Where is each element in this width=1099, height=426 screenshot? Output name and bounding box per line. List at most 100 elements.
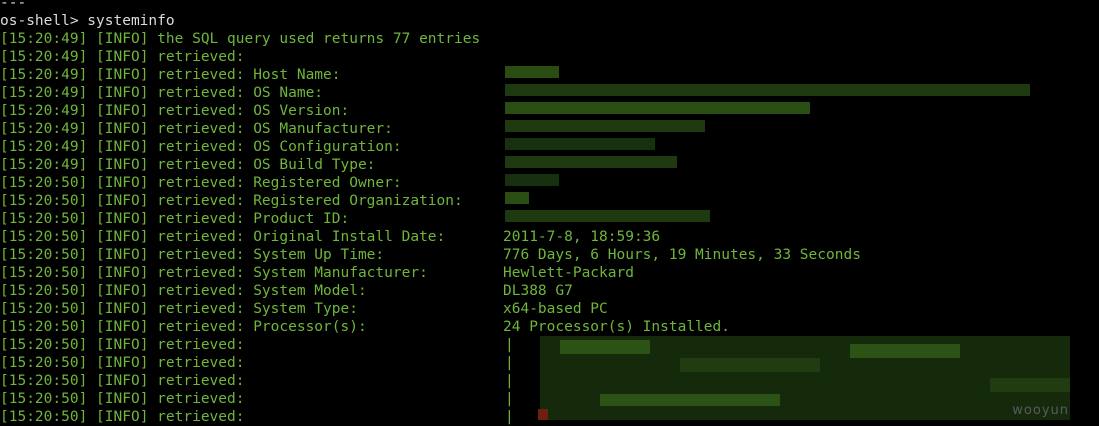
log-message: retrieved: Product ID: bbox=[157, 211, 350, 227]
log-timestamp: [15:20:50] bbox=[0, 193, 88, 209]
log-timestamp: [15:20:50] bbox=[0, 229, 88, 245]
log-level: [INFO] bbox=[96, 193, 149, 209]
log-level: [INFO] bbox=[96, 409, 149, 425]
log-line: [15:20:50] [INFO] retrieved: Processor(s… bbox=[0, 318, 1099, 336]
redacted-registered-organization bbox=[505, 192, 529, 204]
redacted-block bbox=[680, 358, 820, 372]
redacted-block bbox=[560, 340, 650, 354]
log-level: [INFO] bbox=[96, 265, 149, 281]
redacted-os-configuration bbox=[505, 138, 655, 150]
log-value: 24 Processor(s) Installed. bbox=[503, 319, 730, 335]
log-level: [INFO] bbox=[96, 67, 149, 83]
log-level: [INFO] bbox=[96, 391, 149, 407]
log-level: [INFO] bbox=[96, 175, 149, 191]
redacted-block bbox=[600, 394, 780, 406]
log-message: retrieved: OS Name: bbox=[157, 85, 324, 101]
log-message: retrieved: Host Name: bbox=[157, 67, 341, 83]
log-timestamp: [15:20:49] bbox=[0, 67, 88, 83]
log-level: [INFO] bbox=[96, 373, 149, 389]
log-timestamp: [15:20:50] bbox=[0, 175, 88, 191]
log-value: | bbox=[505, 337, 514, 353]
log-message: retrieved: System Up Time: bbox=[157, 247, 385, 263]
log-value: Hewlett-Packard bbox=[503, 265, 634, 281]
log-timestamp: [15:20:50] bbox=[0, 211, 88, 227]
log-timestamp: [15:20:50] bbox=[0, 373, 88, 389]
log-level: [INFO] bbox=[96, 85, 149, 101]
log-message: retrieved: OS Version: bbox=[157, 103, 350, 119]
log-timestamp: [15:20:50] bbox=[0, 337, 88, 353]
log-message: retrieved: System Type: bbox=[157, 301, 358, 317]
log-message: retrieved: OS Build Type: bbox=[157, 157, 376, 173]
log-value: | bbox=[505, 373, 514, 389]
log-timestamp: [15:20:49] bbox=[0, 31, 88, 47]
log-level: [INFO] bbox=[96, 355, 149, 371]
log-level: [INFO] bbox=[96, 121, 149, 137]
log-message: retrieved: bbox=[157, 337, 245, 353]
wooyun-watermark: wooyun bbox=[1012, 403, 1069, 418]
log-level: [INFO] bbox=[96, 283, 149, 299]
log-level: [INFO] bbox=[96, 31, 149, 47]
log-value: | bbox=[505, 355, 514, 371]
log-message: the SQL query used returns 77 entries bbox=[157, 31, 481, 47]
log-timestamp: [15:20:50] bbox=[0, 283, 88, 299]
log-timestamp: [15:20:49] bbox=[0, 121, 88, 137]
redacted-block bbox=[990, 378, 1070, 392]
log-timestamp: [15:20:49] bbox=[0, 157, 88, 173]
log-message: retrieved: bbox=[157, 391, 245, 407]
log-message: retrieved: bbox=[157, 355, 245, 371]
log-message: retrieved: OS Configuration: bbox=[157, 139, 402, 155]
log-value: | bbox=[505, 391, 514, 407]
log-line: [15:20:49] [INFO] retrieved: bbox=[0, 48, 1099, 66]
log-message: retrieved: Registered Organization: bbox=[157, 193, 463, 209]
log-value: DL388 G7 bbox=[503, 283, 573, 299]
log-line: [15:20:50] [INFO] retrieved: System Mode… bbox=[0, 282, 1099, 300]
log-line: [15:20:50] [INFO] retrieved: Original In… bbox=[0, 228, 1099, 246]
log-timestamp: [15:20:50] bbox=[0, 355, 88, 371]
log-level: [INFO] bbox=[96, 157, 149, 173]
redacted-os-manufacturer bbox=[505, 120, 705, 132]
log-value: 776 Days, 6 Hours, 19 Minutes, 33 Second… bbox=[503, 247, 861, 263]
log-timestamp: [15:20:50] bbox=[0, 391, 88, 407]
redacted-registered-owner bbox=[505, 174, 559, 186]
log-line: [15:20:49] [INFO] the SQL query used ret… bbox=[0, 30, 1099, 48]
redacted-os-name bbox=[505, 84, 1030, 96]
log-message: retrieved: bbox=[157, 409, 245, 425]
log-message: retrieved: Processor(s): bbox=[157, 319, 367, 335]
shell-prompt: os-shell> systeminfo bbox=[0, 13, 175, 29]
terminal-top-fragment: --- bbox=[0, 0, 27, 11]
log-level: [INFO] bbox=[96, 319, 149, 335]
redacted-block-red bbox=[538, 409, 548, 420]
log-level: [INFO] bbox=[96, 211, 149, 227]
log-level: [INFO] bbox=[96, 103, 149, 119]
log-value: x64-based PC bbox=[503, 301, 608, 317]
log-value: | bbox=[505, 409, 514, 425]
log-timestamp: [15:20:50] bbox=[0, 301, 88, 317]
redacted-host-name bbox=[505, 66, 559, 78]
log-level: [INFO] bbox=[96, 247, 149, 263]
redacted-os-version bbox=[505, 102, 810, 114]
log-timestamp: [15:20:50] bbox=[0, 247, 88, 263]
log-line: [15:20:50] [INFO] retrieved: System Up T… bbox=[0, 246, 1099, 264]
log-level: [INFO] bbox=[96, 229, 149, 245]
redacted-block bbox=[850, 344, 960, 358]
log-level: [INFO] bbox=[96, 337, 149, 353]
redacted-product-id bbox=[505, 210, 710, 222]
log-timestamp: [15:20:50] bbox=[0, 319, 88, 335]
log-timestamp: [15:20:49] bbox=[0, 103, 88, 119]
log-message: retrieved: OS Manufacturer: bbox=[157, 121, 393, 137]
log-message: retrieved: System Model: bbox=[157, 283, 367, 299]
redacted-os-build-type bbox=[505, 156, 677, 168]
log-level: [INFO] bbox=[96, 49, 149, 65]
log-level: [INFO] bbox=[96, 301, 149, 317]
log-message: retrieved: System Manufacturer: bbox=[157, 265, 428, 281]
log-message: retrieved: bbox=[157, 49, 245, 65]
log-timestamp: [15:20:49] bbox=[0, 85, 88, 101]
log-line: [15:20:50] [INFO] retrieved: System Manu… bbox=[0, 264, 1099, 282]
log-message: retrieved: Original Install Date: bbox=[157, 229, 446, 245]
log-timestamp: [15:20:49] bbox=[0, 49, 88, 65]
log-level: [INFO] bbox=[96, 139, 149, 155]
log-message: retrieved: bbox=[157, 373, 245, 389]
log-timestamp: [15:20:50] bbox=[0, 265, 88, 281]
log-message: retrieved: Registered Owner: bbox=[157, 175, 402, 191]
log-line: [15:20:50] [INFO] retrieved: System Type… bbox=[0, 300, 1099, 318]
